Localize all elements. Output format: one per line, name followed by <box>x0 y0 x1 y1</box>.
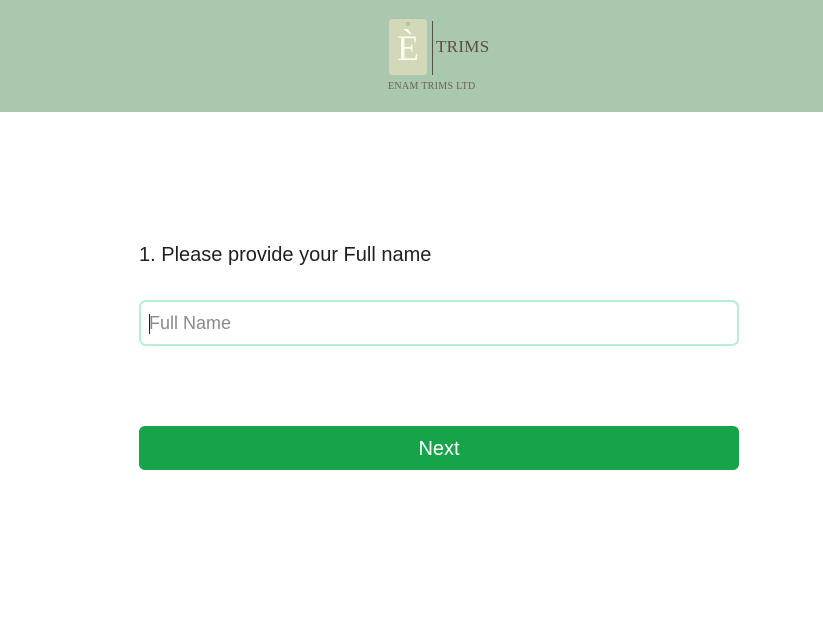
question-label: 1. Please provide your Full name <box>139 244 432 266</box>
header-bar: È TRIMS ENAM TRIMS LTD <box>0 0 823 112</box>
text-cursor <box>149 314 150 334</box>
logo-wordmark: TRIMS <box>436 37 490 56</box>
logo-company-name: ENAM TRIMS LTD <box>388 81 476 92</box>
enam-trims-logo: È TRIMS ENAM TRIMS LTD <box>388 19 498 97</box>
full-name-input[interactable] <box>141 302 737 344</box>
next-button[interactable]: Next <box>139 426 739 470</box>
logo-tag-icon: È <box>389 19 427 75</box>
full-name-field-wrapper <box>139 300 739 346</box>
logo-divider <box>432 21 433 75</box>
logo-letter: È <box>397 28 419 68</box>
